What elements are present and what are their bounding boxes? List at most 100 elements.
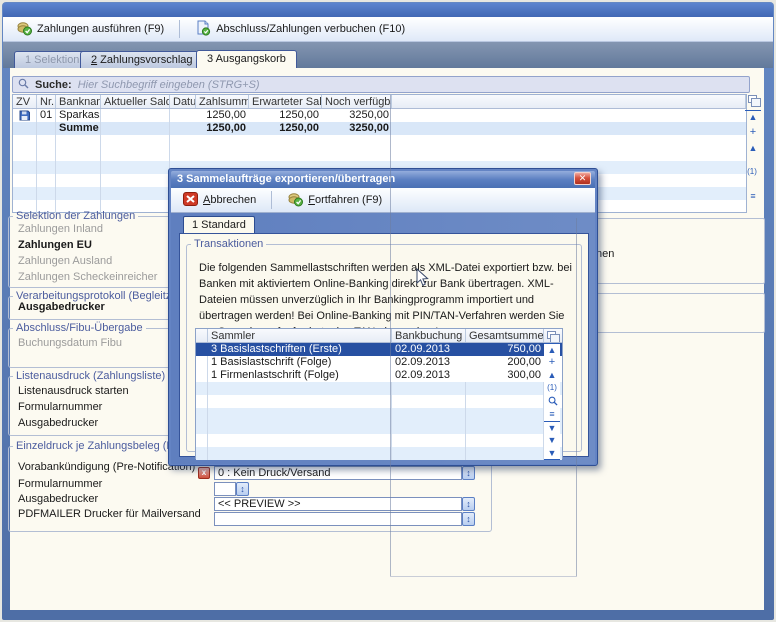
column-separator-line bbox=[390, 95, 391, 576]
dialog-tab-standard[interactable]: 1 Standard bbox=[183, 216, 255, 234]
table-row: (1) bbox=[196, 382, 562, 395]
cancel-label: bbrechen bbox=[210, 194, 256, 206]
col-header-aktueller-saldo[interactable]: Aktueller Saldo € bbox=[101, 95, 170, 108]
sammler-row[interactable]: 1 Basislastschrift (Folge) 02.09.2013 20… bbox=[196, 356, 562, 369]
search-icon bbox=[18, 78, 29, 92]
col-header-bankname[interactable]: Bankname bbox=[56, 95, 101, 108]
cell-aktueller-saldo bbox=[101, 109, 170, 122]
ausgabedrucker-select[interactable]: << PREVIEW >> bbox=[214, 497, 462, 511]
nav-menu-icon[interactable]: ≡ bbox=[745, 190, 761, 202]
tab-zahlungsvorschlag[interactable]: 2 Zahlungsvorschlag bbox=[80, 51, 204, 68]
bank-table-row-sparkasse[interactable]: 01 Sparkasse 1250,00 1250,00 3250,00 bbox=[13, 109, 746, 122]
link-listenausdruck-starten[interactable]: Listenausdruck starten bbox=[18, 385, 129, 397]
nav-add-icon[interactable]: + bbox=[745, 126, 761, 138]
table-row bbox=[196, 395, 562, 408]
prenotification-dropdown-icon[interactable]: ↕ bbox=[462, 466, 475, 480]
dialog-titlebar[interactable]: 3 Sammelaufträge exportieren/übertragen bbox=[171, 171, 595, 188]
continue-button[interactable]: Fortfahren (F9) bbox=[280, 188, 389, 213]
table-row bbox=[13, 148, 746, 161]
cell-sammler: 3 Basislastschriften (Erste) bbox=[208, 343, 392, 356]
link-formularnummer-liste[interactable]: Formularnummer bbox=[18, 401, 102, 413]
col-header-bankbuchung[interactable]: Bankbuchung am bbox=[392, 329, 466, 342]
nav-up-icon[interactable]: ▲ bbox=[745, 142, 761, 154]
link-ausgabedrucker-liste[interactable]: Ausgabedrucker bbox=[18, 417, 98, 429]
nav-up-icon[interactable]: ▲ bbox=[544, 369, 560, 382]
cell-summe-zahlsumme: 1250,00 bbox=[196, 122, 249, 135]
link-ausgabedrucker-einzeldruck[interactable]: Ausgabedrucker bbox=[18, 493, 98, 505]
sammler-table: Sammler Bankbuchung am Gesamtsumme € 3 B… bbox=[195, 328, 563, 459]
cancel-button[interactable]: Abbrechen bbox=[176, 189, 263, 212]
nav-first-icon[interactable]: ▲ bbox=[745, 110, 761, 123]
link-formularnummer-einzeldruck[interactable]: Formularnummer bbox=[18, 478, 102, 490]
cell-nr: 01 bbox=[37, 109, 56, 122]
link-zahlungen-eu[interactable]: Zahlungen EU bbox=[18, 239, 92, 251]
toolbar-separator bbox=[179, 20, 180, 38]
dialog-title: 3 Sammelaufträge exportieren/übertragen bbox=[177, 173, 395, 185]
execute-payments-button[interactable]: Zahlungen ausführen (F9) bbox=[9, 17, 171, 42]
col-header-nr[interactable]: Nr. bbox=[37, 95, 56, 108]
nav-count-icon[interactable]: (1) bbox=[544, 382, 560, 395]
pdfmailer-select[interactable] bbox=[214, 512, 462, 526]
search-bar[interactable]: Suche: Hier Suchbegriff eingeben (STRG+S… bbox=[12, 76, 750, 93]
group-label: Selektion der Zahlungen bbox=[13, 210, 138, 222]
continue-coins-icon bbox=[287, 191, 303, 210]
copy-grid-icon[interactable] bbox=[748, 95, 757, 103]
link-ausgabedrucker-protokoll[interactable]: Ausgabedrucker bbox=[18, 301, 105, 313]
cancel-red-x-icon bbox=[183, 192, 198, 209]
table-row: ≡ bbox=[196, 408, 562, 421]
col-header-gesamtsumme[interactable]: Gesamtsumme € bbox=[466, 329, 544, 342]
cell-erwarteter-saldo: 1250,00 bbox=[249, 109, 322, 122]
application-window: Zahlungen ausführen (F9) Abschluss/Zahlu… bbox=[0, 0, 776, 622]
continue-label: ortfahren (F9) bbox=[315, 194, 382, 206]
window-title-strip bbox=[3, 3, 773, 17]
clear-prenotification-button[interactable]: x bbox=[198, 467, 210, 479]
ausgabedrucker-dropdown-icon[interactable]: ↕ bbox=[462, 497, 475, 511]
col-header-sammler[interactable]: Sammler bbox=[208, 329, 392, 342]
tab-ausgangskorb[interactable]: 3 Ausgangskorb bbox=[196, 50, 297, 68]
search-label: Suche: bbox=[35, 79, 72, 91]
col-header-datum[interactable]: Datum bbox=[170, 95, 196, 108]
cell-gesamtsumme: 300,00 bbox=[466, 369, 544, 382]
nav-first-icon[interactable]: ▲ bbox=[544, 343, 560, 356]
nav-search-icon[interactable] bbox=[548, 396, 558, 408]
nav-last-icon[interactable]: ▼ bbox=[544, 447, 560, 460]
tab-selektion: 1 Selektion bbox=[14, 51, 90, 68]
link-zahlungen-inland: Zahlungen Inland bbox=[18, 223, 103, 235]
link-zahlungen-scheckeinreicher: Zahlungen Scheckeinreicher bbox=[18, 271, 157, 283]
formularnummer-input[interactable] bbox=[214, 482, 236, 496]
sammler-row-selected[interactable]: 3 Basislastschriften (Erste) 02.09.2013 … bbox=[196, 343, 562, 356]
sammelauftraege-dialog: 3 Sammelaufträge exportieren/übertragen … bbox=[168, 168, 598, 466]
tab-ausgangskorb-label: 3 Ausgangskorb bbox=[207, 53, 286, 65]
nav-filter-icon[interactable]: ▼ bbox=[544, 421, 560, 434]
cell-bankname: Sparkasse bbox=[56, 109, 101, 122]
prenotification-select[interactable]: 0 : Kein Druck/Versand bbox=[214, 466, 462, 480]
sammler-row[interactable]: 1 Firmenlastschrift (Folge) 02.09.2013 3… bbox=[196, 369, 562, 382]
nav-menu-icon[interactable]: ≡ bbox=[544, 408, 560, 421]
nav-add-icon[interactable]: + bbox=[544, 356, 560, 369]
continue-shortcut: F bbox=[308, 194, 315, 206]
formularnummer-spinner-icon[interactable]: ↕ bbox=[236, 482, 249, 496]
tab-selektion-label: 1 Selektion bbox=[25, 54, 79, 66]
post-payments-button[interactable]: Abschluss/Zahlungen verbuchen (F10) bbox=[188, 17, 412, 42]
copy-grid-icon[interactable] bbox=[547, 331, 556, 339]
pdfmailer-dropdown-icon[interactable]: ↕ bbox=[462, 512, 475, 526]
col-header-zv[interactable]: ZV bbox=[13, 95, 37, 108]
group-label: Transaktionen bbox=[191, 238, 266, 250]
link-buchungsdatum-fibu: Buchungsdatum Fibu bbox=[18, 337, 122, 349]
col-header-zahlsumme[interactable]: Zahlsumme € bbox=[196, 95, 249, 108]
cell-gesamtsumme: 750,00 bbox=[466, 343, 544, 356]
dialog-close-button[interactable]: ✕ bbox=[574, 172, 591, 185]
nav-down-icon[interactable]: ▼ bbox=[544, 434, 560, 447]
cell-sammler: 1 Firmenlastschrift (Folge) bbox=[208, 369, 392, 382]
group-transaktionen: Transaktionen Die folgenden Sammellastsc… bbox=[186, 238, 582, 452]
mouse-cursor bbox=[416, 268, 429, 290]
col-header-noch-verfuegbar[interactable]: Noch verfügbar € bbox=[322, 95, 392, 108]
toolbar-separator bbox=[271, 191, 272, 209]
col-header-erwarteter-saldo[interactable]: Erwarteter Saldo € bbox=[249, 95, 322, 108]
dialog-body: 1 Standard Transaktionen Die folgenden S… bbox=[171, 213, 595, 464]
floppy-disk-icon bbox=[13, 109, 37, 122]
link-pdfmailer-drucker[interactable]: PDFMAILER Drucker für Mailversand bbox=[18, 508, 201, 520]
cell-summe-label: Summe > bbox=[56, 122, 101, 135]
nav-count-icon[interactable]: (1) bbox=[744, 166, 760, 178]
bank-table-header-row: ZV Nr. Bankname Aktueller Saldo € Datum … bbox=[13, 95, 746, 109]
